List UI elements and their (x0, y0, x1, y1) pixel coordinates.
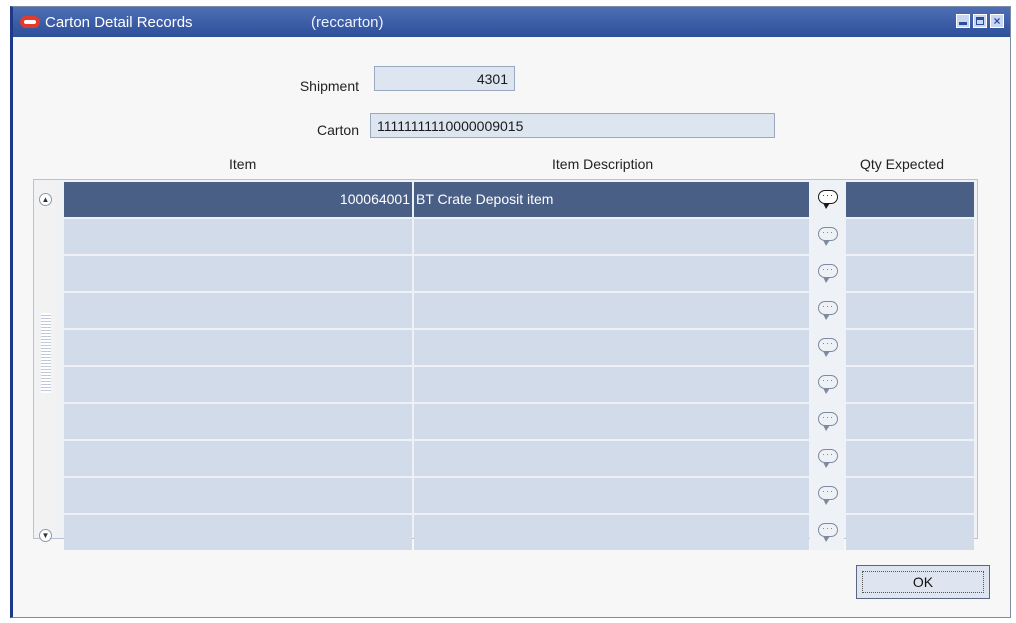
qty-cell[interactable] (846, 515, 974, 550)
table-row[interactable]: ··· (64, 293, 974, 328)
vertical-scrollbar[interactable]: ▲ ▼ (35, 181, 57, 542)
item-cell[interactable]: 100064001 (64, 182, 412, 217)
window-title: Carton Detail Records (45, 13, 193, 31)
table-row[interactable]: ··· (64, 478, 974, 513)
item-cell[interactable] (64, 478, 412, 513)
scroll-down-icon[interactable]: ▼ (39, 529, 52, 542)
comment-icon: ··· (818, 338, 838, 357)
description-cell[interactable] (414, 404, 809, 439)
comment-icon: ··· (818, 190, 838, 209)
table-row[interactable]: ··· (64, 219, 974, 254)
comment-icon: ··· (818, 412, 838, 431)
minimize-icon[interactable] (956, 14, 970, 28)
description-cell[interactable] (414, 515, 809, 550)
comment-button[interactable]: ··· (810, 478, 844, 513)
description-cell[interactable]: BT Crate Deposit item (414, 182, 809, 217)
description-cell[interactable] (414, 293, 809, 328)
description-cell[interactable] (414, 478, 809, 513)
table-row[interactable]: ··· (64, 367, 974, 402)
description-cell[interactable] (414, 256, 809, 291)
item-cell[interactable] (64, 515, 412, 550)
qty-cell[interactable] (846, 256, 974, 291)
comment-button[interactable]: ··· (810, 219, 844, 254)
table-row[interactable]: ··· (64, 404, 974, 439)
column-header-item[interactable]: Item (229, 156, 256, 172)
comment-button[interactable]: ··· (810, 441, 844, 476)
window-controls: × (956, 14, 1004, 28)
item-cell[interactable] (64, 441, 412, 476)
shipment-field[interactable] (374, 66, 515, 91)
qty-cell[interactable] (846, 293, 974, 328)
item-cell[interactable] (64, 219, 412, 254)
scroll-thumb[interactable] (41, 313, 51, 393)
comment-icon: ··· (818, 301, 838, 320)
comment-button[interactable]: ··· (810, 515, 844, 550)
comment-button[interactable]: ··· (810, 293, 844, 328)
description-cell[interactable] (414, 367, 809, 402)
column-header-description[interactable]: Item Description (552, 156, 653, 172)
window-subtitle: (reccarton) (311, 14, 384, 31)
comment-icon: ··· (818, 449, 838, 468)
item-cell[interactable] (64, 367, 412, 402)
qty-cell[interactable] (846, 404, 974, 439)
table-rows: 100064001 BT Crate Deposit item ··· ··· … (64, 182, 974, 552)
qty-cell[interactable] (846, 441, 974, 476)
oracle-logo-icon (20, 16, 40, 28)
table-row[interactable]: ··· (64, 515, 974, 550)
shipment-label: Shipment (299, 78, 359, 94)
comment-button[interactable]: ··· (810, 182, 844, 217)
item-cell[interactable] (64, 404, 412, 439)
table-row[interactable]: ··· (64, 256, 974, 291)
maximize-icon[interactable] (973, 14, 987, 28)
description-cell[interactable] (414, 441, 809, 476)
qty-cell[interactable] (846, 330, 974, 365)
description-cell[interactable] (414, 219, 809, 254)
comment-icon: ··· (818, 227, 838, 246)
comment-icon: ··· (818, 264, 838, 283)
scroll-up-icon[interactable]: ▲ (39, 193, 52, 206)
ok-button-label: OK (862, 571, 984, 593)
table-row[interactable]: ··· (64, 330, 974, 365)
item-cell[interactable] (64, 256, 412, 291)
comment-button[interactable]: ··· (810, 367, 844, 402)
item-cell[interactable] (64, 293, 412, 328)
close-icon[interactable]: × (990, 14, 1004, 28)
carton-field[interactable] (370, 113, 775, 138)
qty-cell[interactable] (846, 182, 974, 217)
carton-label: Carton (316, 122, 359, 138)
qty-cell[interactable] (846, 367, 974, 402)
ok-button[interactable]: OK (856, 565, 990, 599)
qty-cell[interactable] (846, 219, 974, 254)
comment-button[interactable]: ··· (810, 256, 844, 291)
comment-button[interactable]: ··· (810, 330, 844, 365)
title-bar[interactable]: Carton Detail Records (reccarton) × (13, 7, 1010, 37)
table-row[interactable]: ··· (64, 441, 974, 476)
description-cell[interactable] (414, 330, 809, 365)
item-cell[interactable] (64, 330, 412, 365)
table-row[interactable]: 100064001 BT Crate Deposit item ··· (64, 182, 974, 217)
comment-icon: ··· (818, 375, 838, 394)
column-header-qty[interactable]: Qty Expected (860, 156, 944, 172)
qty-cell[interactable] (846, 478, 974, 513)
comment-icon: ··· (818, 486, 838, 505)
comment-button[interactable]: ··· (810, 404, 844, 439)
comment-icon: ··· (818, 523, 838, 542)
